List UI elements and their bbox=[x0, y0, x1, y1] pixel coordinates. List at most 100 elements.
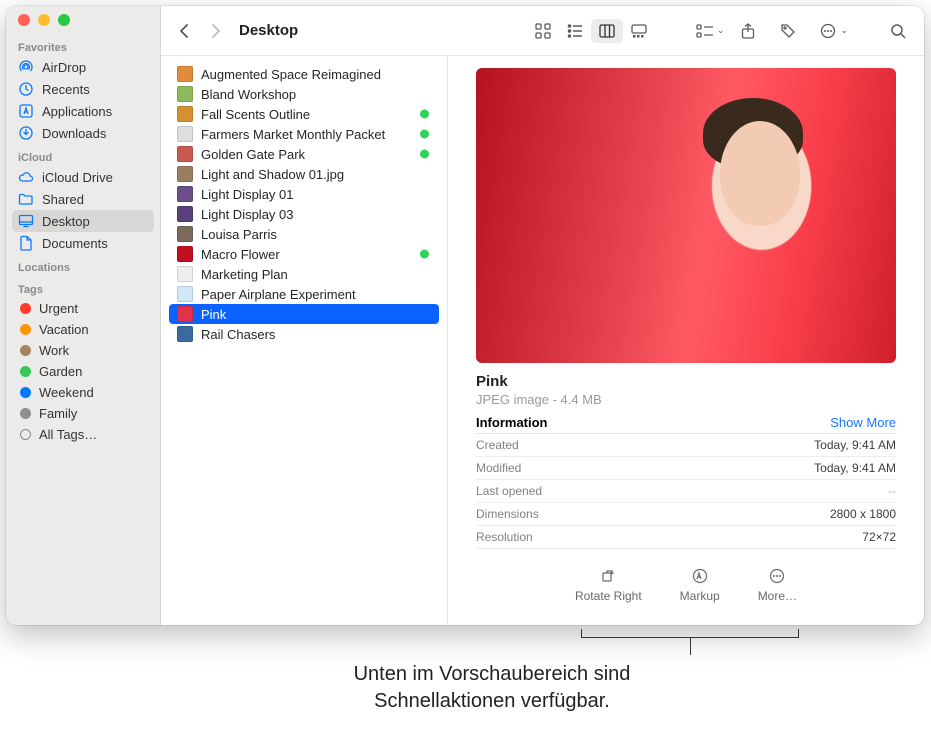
sidebar-tag[interactable]: Work bbox=[6, 340, 160, 361]
show-more-link[interactable]: Show More bbox=[830, 415, 896, 430]
tag-label: Garden bbox=[39, 364, 82, 379]
sidebar-item[interactable]: Applications bbox=[6, 100, 160, 122]
file-label: Marketing Plan bbox=[201, 267, 288, 282]
file-item[interactable]: Paper Airplane Experiment bbox=[169, 284, 439, 304]
sidebar-item[interactable]: Documents bbox=[6, 232, 160, 254]
search-button[interactable] bbox=[882, 19, 914, 43]
annotation-text: Unten im Vorschaubereich sindSchnellakti… bbox=[242, 661, 742, 715]
sidebar-item[interactable]: iCloud Drive bbox=[6, 166, 160, 188]
sidebar-item-label: Recents bbox=[42, 82, 90, 97]
back-button[interactable] bbox=[171, 19, 197, 43]
file-label: Macro Flower bbox=[201, 247, 280, 262]
content-area: Augmented Space Reimagined Bland Workshop… bbox=[161, 56, 924, 625]
file-label: Light and Shadow 01.jpg bbox=[201, 167, 344, 182]
info-row: CreatedToday, 9:41 AM bbox=[476, 434, 896, 457]
cloud-icon bbox=[18, 169, 34, 185]
file-icon bbox=[177, 226, 193, 242]
finder-window: Favorites AirDropRecentsApplicationsDown… bbox=[6, 6, 924, 625]
info-value: 72×72 bbox=[862, 530, 896, 544]
list-view-button[interactable] bbox=[559, 19, 591, 43]
info-value: 2800 x 1800 bbox=[830, 507, 896, 521]
file-item[interactable]: Louisa Parris bbox=[169, 224, 439, 244]
file-item[interactable]: Pink bbox=[169, 304, 439, 324]
main-area: Desktop ⌄ ⌄ bbox=[161, 6, 924, 625]
file-label: Golden Gate Park bbox=[201, 147, 305, 162]
sidebar-item[interactable]: Shared bbox=[6, 188, 160, 210]
tag-color-icon bbox=[20, 345, 31, 356]
file-icon bbox=[177, 266, 193, 282]
info-key: Dimensions bbox=[476, 507, 539, 521]
file-label: Fall Scents Outline bbox=[201, 107, 310, 122]
sidebar-tag[interactable]: Garden bbox=[6, 361, 160, 382]
sidebar-tag[interactable]: Family bbox=[6, 403, 160, 424]
sidebar-item-label: Desktop bbox=[42, 214, 90, 229]
forward-button[interactable] bbox=[203, 19, 229, 43]
file-item[interactable]: Bland Workshop bbox=[169, 84, 439, 104]
sync-status-icon bbox=[420, 110, 429, 119]
sync-status-icon bbox=[420, 130, 429, 139]
locations-header: Locations bbox=[6, 254, 160, 276]
rotate-label: Rotate Right bbox=[575, 589, 642, 603]
tag-label: Vacation bbox=[39, 322, 89, 337]
tag-color-icon bbox=[20, 366, 31, 377]
more-action[interactable]: More… bbox=[758, 567, 797, 603]
minimize-icon[interactable] bbox=[38, 14, 50, 26]
tags-button[interactable] bbox=[772, 19, 804, 43]
preview-subtitle: JPEG image - 4.4 MB bbox=[476, 392, 896, 407]
file-item[interactable]: Macro Flower bbox=[169, 244, 439, 264]
file-item[interactable]: Light Display 01 bbox=[169, 184, 439, 204]
annotation: Unten im Vorschaubereich sindSchnellakti… bbox=[6, 631, 924, 726]
file-item[interactable]: Rail Chasers bbox=[169, 324, 439, 344]
tag-label: Weekend bbox=[39, 385, 94, 400]
file-icon bbox=[177, 66, 193, 82]
column-view-button[interactable] bbox=[591, 19, 623, 43]
file-icon bbox=[177, 166, 193, 182]
sidebar-item[interactable]: AirDrop bbox=[6, 56, 160, 78]
markup-action[interactable]: Markup bbox=[680, 567, 720, 603]
gallery-view-button[interactable] bbox=[623, 19, 655, 43]
sidebar-all-tags[interactable]: All Tags… bbox=[6, 424, 160, 445]
file-label: Augmented Space Reimagined bbox=[201, 67, 381, 82]
file-item[interactable]: Light Display 03 bbox=[169, 204, 439, 224]
preview-image bbox=[476, 68, 896, 363]
file-item[interactable]: Fall Scents Outline bbox=[169, 104, 439, 124]
chevron-down-icon: ⌄ bbox=[717, 25, 725, 36]
sidebar-item[interactable]: Desktop bbox=[12, 210, 154, 232]
more-label: More… bbox=[758, 589, 797, 603]
sidebar-item[interactable]: Recents bbox=[6, 78, 160, 100]
file-icon bbox=[177, 186, 193, 202]
file-item[interactable]: Light and Shadow 01.jpg bbox=[169, 164, 439, 184]
sync-status-icon bbox=[420, 250, 429, 259]
tag-color-icon bbox=[20, 387, 31, 398]
sync-status-icon bbox=[420, 150, 429, 159]
file-item[interactable]: Golden Gate Park bbox=[169, 144, 439, 164]
file-item[interactable]: Marketing Plan bbox=[169, 264, 439, 284]
more-icon bbox=[768, 567, 786, 585]
share-button[interactable] bbox=[732, 19, 764, 43]
info-row: Resolution 72×72 bbox=[476, 526, 896, 549]
icloud-header: iCloud bbox=[6, 144, 160, 166]
file-icon bbox=[177, 306, 193, 322]
file-item[interactable]: Augmented Space Reimagined bbox=[169, 64, 439, 84]
file-label: Bland Workshop bbox=[201, 87, 296, 102]
info-key: Resolution bbox=[476, 530, 533, 544]
tag-color-icon bbox=[20, 408, 31, 419]
sidebar-tag[interactable]: Vacation bbox=[6, 319, 160, 340]
icon-view-button[interactable] bbox=[527, 19, 559, 43]
file-icon bbox=[177, 206, 193, 222]
close-icon[interactable] bbox=[18, 14, 30, 26]
sidebar-tag[interactable]: Urgent bbox=[6, 298, 160, 319]
sidebar-item[interactable]: Downloads bbox=[6, 122, 160, 144]
file-icon bbox=[177, 126, 193, 142]
airdrop-icon bbox=[18, 59, 34, 75]
file-label: Rail Chasers bbox=[201, 327, 275, 342]
fullscreen-icon[interactable] bbox=[58, 14, 70, 26]
file-icon bbox=[177, 146, 193, 162]
window-controls bbox=[6, 14, 160, 34]
rotate-right-action[interactable]: Rotate Right bbox=[575, 567, 642, 603]
sidebar: Favorites AirDropRecentsApplicationsDown… bbox=[6, 6, 161, 625]
markup-icon bbox=[691, 567, 709, 585]
file-item[interactable]: Farmers Market Monthly Packet bbox=[169, 124, 439, 144]
sidebar-tag[interactable]: Weekend bbox=[6, 382, 160, 403]
info-row: Last opened-- bbox=[476, 480, 896, 503]
